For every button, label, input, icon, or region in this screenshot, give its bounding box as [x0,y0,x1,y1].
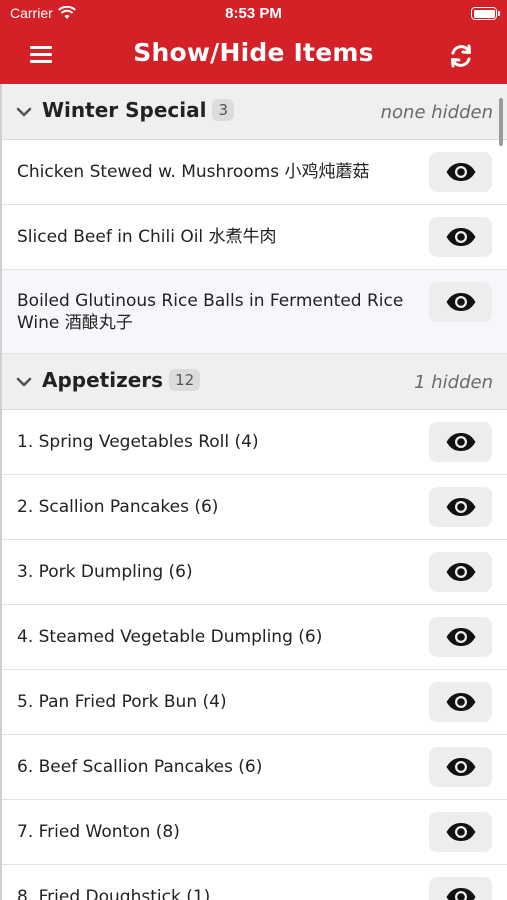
visibility-toggle-button[interactable] [429,682,492,722]
item-name: Boiled Glutinous Rice Balls in Fermented… [17,290,404,333]
battery-icon [471,7,500,20]
section-name: Winter Special [42,98,207,122]
section-title: Appetizers 12 [42,368,201,392]
status-time: 8:53 PM [225,5,282,22]
hidden-status: 1 hidden [414,372,493,393]
list-item: 1. Spring Vegetables Roll (4) [2,410,507,475]
visibility-toggle-button[interactable] [429,877,492,900]
list-item: Sliced Beef in Chili Oil 水煮牛肉 [2,205,507,270]
items-list[interactable]: Winter Special 3 none hidden Chicken Stew… [0,84,507,900]
app-header: Carrier 8:53 PM Show/Hide Items [0,0,507,84]
item-name: 8. Fried Doughstick (1) [17,887,211,900]
eye-icon [446,628,475,646]
section-header-winter-special[interactable]: Winter Special 3 none hidden [2,84,507,140]
status-bar: Carrier 8:53 PM [0,0,507,28]
count-badge: 12 [169,369,201,391]
section-title: Winter Special 3 [42,98,234,122]
item-name: 7. Fried Wonton (8) [17,822,180,842]
scrollbar[interactable] [499,98,503,146]
hidden-status: none hidden [380,102,493,123]
navigation-bar: Show/Hide Items [0,28,507,84]
visibility-toggle-button[interactable] [429,217,492,257]
section-header-appetizers[interactable]: Appetizers 12 1 hidden [2,354,507,410]
section-name: Appetizers [42,368,164,392]
item-name: Chicken Stewed w. Mushrooms 小鸡炖蘑菇 [17,162,370,182]
list-item: 4. Steamed Vegetable Dumpling (6) [2,605,507,670]
eye-icon [446,293,475,311]
eye-icon [446,693,475,711]
refresh-button[interactable] [447,42,475,70]
refresh-icon [451,44,471,68]
visibility-toggle-button[interactable] [429,552,492,592]
page-title: Show/Hide Items [133,38,374,67]
list-item: Chicken Stewed w. Mushrooms 小鸡炖蘑菇 [2,140,507,205]
eye-icon [446,498,475,516]
list-item: 6. Beef Scallion Pancakes (6) [2,735,507,800]
eye-icon [446,888,475,900]
list-item: 8. Fried Doughstick (1) [2,865,507,900]
list-item: 5. Pan Fried Pork Bun (4) [2,670,507,735]
visibility-toggle-button[interactable] [429,747,492,787]
visibility-toggle-button[interactable] [429,152,492,192]
visibility-toggle-button[interactable] [429,812,492,852]
count-badge: 3 [212,99,234,121]
list-item: 2. Scallion Pancakes (6) [2,475,507,540]
chevron-down-icon [16,377,32,387]
item-name: 3. Pork Dumpling (6) [17,562,193,582]
visibility-toggle-button[interactable] [429,422,492,462]
eye-icon [446,823,475,841]
list-item: Boiled Glutinous Rice Balls in Fermented… [2,270,507,354]
visibility-toggle-button[interactable] [429,487,492,527]
visibility-toggle-button[interactable] [429,617,492,657]
eye-icon [446,228,475,246]
item-name: 2. Scallion Pancakes (6) [17,497,219,517]
item-name: 4. Steamed Vegetable Dumpling (6) [17,627,323,647]
eye-icon [446,163,475,181]
visibility-toggle-button[interactable] [429,282,492,322]
item-name: 5. Pan Fried Pork Bun (4) [17,692,227,712]
item-name: 6. Beef Scallion Pancakes (6) [17,757,263,777]
list-item: 3. Pork Dumpling (6) [2,540,507,605]
eye-icon [446,563,475,581]
eye-icon [446,758,475,776]
eye-icon [446,433,475,451]
chevron-down-icon [16,107,32,117]
list-item: 7. Fried Wonton (8) [2,800,507,865]
item-name: Sliced Beef in Chili Oil 水煮牛肉 [17,227,277,247]
item-name: 1. Spring Vegetables Roll (4) [17,432,259,452]
